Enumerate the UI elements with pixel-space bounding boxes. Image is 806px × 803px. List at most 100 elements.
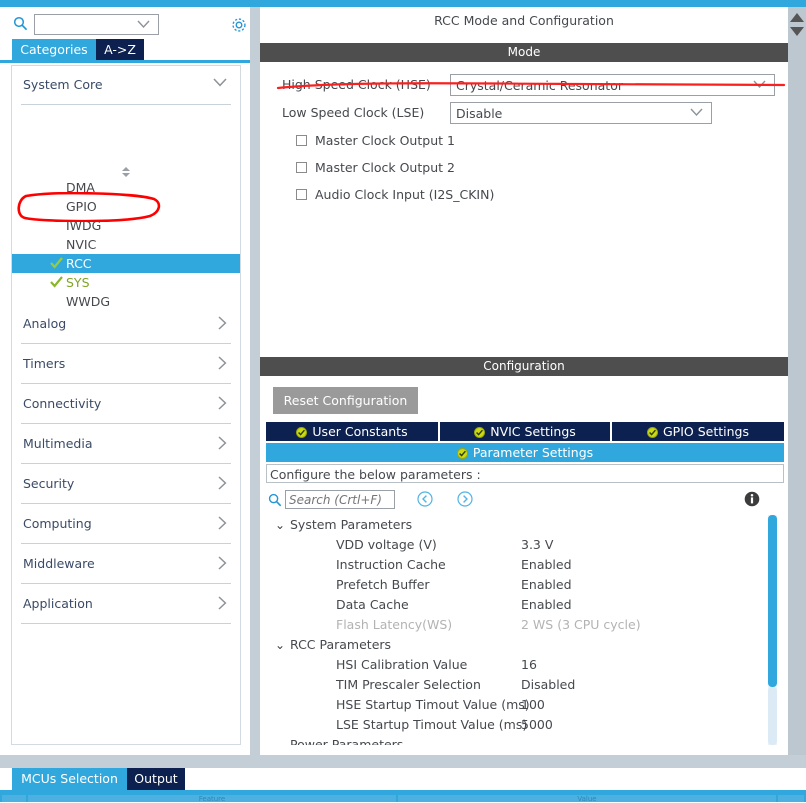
tab-mcus-selection[interactable]: MCUs Selection: [12, 768, 127, 790]
module-item-iwdg[interactable]: IWDG: [12, 216, 240, 235]
module-label: IWDG: [66, 218, 102, 233]
param-value: 3.3 V: [521, 537, 554, 552]
module-item-gpio[interactable]: GPIO: [12, 197, 240, 216]
tab-categories[interactable]: Categories: [12, 39, 96, 60]
lse-select[interactable]: Disable: [450, 102, 712, 124]
param-value: Enabled: [521, 557, 572, 572]
param-value: 5000: [521, 717, 553, 732]
param-value: 100: [521, 697, 545, 712]
chevron-down-icon[interactable]: ⌄: [274, 735, 286, 745]
tab-nvic-settings[interactable]: NVIC Settings: [440, 422, 610, 441]
scroll-down-arrow-icon[interactable]: [790, 27, 804, 36]
component-search-combo[interactable]: [34, 14, 159, 35]
param-key: Prefetch Buffer: [336, 577, 430, 592]
tab-user-constants[interactable]: User Constants: [266, 422, 438, 441]
reset-configuration-button[interactable]: Reset Configuration: [273, 387, 418, 414]
window-vertical-scrollbar[interactable]: [788, 7, 806, 755]
category-row-analog[interactable]: Analog: [21, 304, 231, 344]
component-tree: System Core DMA GPIO IWDG NVIC RCC SYS W…: [11, 65, 241, 745]
tree-row[interactable]: VDD voltage (V) 3.3 V: [266, 535, 784, 555]
chevron-right-icon: [218, 436, 227, 450]
tab-a-to-z[interactable]: A->Z: [96, 39, 144, 60]
category-row-timers[interactable]: Timers: [21, 344, 231, 384]
chevron-right-icon: [218, 556, 227, 570]
scroll-pip-icon[interactable]: [120, 166, 132, 178]
mode-and-configuration-panel: RCC Mode and Configuration Mode High Spe…: [260, 7, 788, 755]
tree-row[interactable]: HSE Startup Timout Value (ms) 100: [266, 695, 784, 715]
tab-label: NVIC Settings: [490, 424, 576, 439]
check-icon: [50, 257, 63, 269]
bottom-gap: [0, 755, 806, 768]
category-label: Application: [23, 596, 93, 611]
chevron-right-icon: [218, 596, 227, 610]
tab-output[interactable]: Output: [127, 768, 185, 790]
chevron-down-icon[interactable]: ⌄: [274, 515, 286, 535]
chevron-left-circle-icon[interactable]: [417, 491, 433, 507]
parameter-search-input[interactable]: [285, 490, 395, 509]
top-accent-left: [0, 0, 250, 7]
search-icon: [13, 16, 28, 31]
gear-icon[interactable]: [230, 16, 248, 34]
param-value: Enabled: [521, 597, 572, 612]
tree-group-power-parameters[interactable]: ⌄ Power Parameters: [266, 735, 784, 745]
category-row-application[interactable]: Application: [21, 584, 231, 624]
category-row-middleware[interactable]: Middleware: [21, 544, 231, 584]
module-item-nvic[interactable]: NVIC: [12, 235, 240, 254]
table-header-cell[interactable]: [2, 795, 26, 802]
param-value: Disabled: [521, 677, 576, 692]
category-label: Analog: [23, 316, 67, 331]
parameter-tree-scrollbar[interactable]: [768, 515, 777, 745]
scrollbar-thumb[interactable]: [768, 515, 777, 687]
table-header-cell[interactable]: Feature: [28, 795, 396, 803]
module-list: DMA GPIO IWDG NVIC RCC SYS WWDG: [12, 178, 240, 311]
tree-group-system-parameters[interactable]: ⌄ System Parameters: [266, 515, 784, 535]
info-icon[interactable]: [744, 491, 760, 507]
tree-row[interactable]: TIM Prescaler Selection Disabled: [266, 675, 784, 695]
chevron-right-icon: [218, 516, 227, 530]
tree-row[interactable]: Prefetch Buffer Enabled: [266, 575, 784, 595]
hse-select[interactable]: Crystal/Ceramic Resonator: [450, 74, 775, 96]
configuration-band-label: Configuration: [260, 357, 788, 376]
category-row-connectivity[interactable]: Connectivity: [21, 384, 231, 424]
category-tabs: Categories A->Z: [0, 39, 250, 60]
tree-row[interactable]: HSI Calibration Value 16: [266, 655, 784, 675]
chevron-right-circle-icon[interactable]: [457, 491, 473, 507]
tree-row: Flash Latency(WS) 2 WS (3 CPU cycle): [266, 615, 784, 635]
table-header-cell[interactable]: Value: [398, 795, 776, 803]
module-label: GPIO: [66, 199, 97, 214]
scrollbar-track[interactable]: [768, 687, 777, 745]
check-icon: [50, 276, 63, 288]
module-label: DMA: [66, 180, 95, 195]
status-ok-icon: [296, 427, 308, 438]
param-key: TIM Prescaler Selection: [336, 677, 481, 692]
checkbox-label: Master Clock Output 2: [315, 160, 455, 175]
bottom-tabs: MCUs Selection Output: [0, 768, 806, 790]
parameter-search-row: [266, 489, 784, 513]
param-key: HSE Startup Timout Value (ms): [336, 697, 530, 712]
param-value: 16: [521, 657, 537, 672]
module-label: SYS: [66, 275, 90, 290]
scroll-up-arrow-icon[interactable]: [790, 13, 804, 22]
category-row-security[interactable]: Security: [21, 464, 231, 504]
tab-parameter-settings[interactable]: Parameter Settings: [266, 443, 784, 462]
tree-group-rcc-parameters[interactable]: ⌄ RCC Parameters: [266, 635, 784, 655]
param-value: Enabled: [521, 577, 572, 592]
configuration-area: Reset Configuration User Constants NVIC …: [260, 376, 788, 755]
mode-area: High Speed Clock (HSE) Crystal/Ceramic R…: [260, 62, 788, 352]
tab-gpio-settings[interactable]: GPIO Settings: [612, 422, 784, 441]
module-item-dma[interactable]: DMA: [12, 178, 240, 197]
category-row-computing[interactable]: Computing: [21, 504, 231, 544]
table-header-cell[interactable]: [778, 795, 804, 802]
group-header-system-core[interactable]: System Core: [21, 66, 231, 105]
chevron-down-icon[interactable]: ⌄: [274, 635, 286, 655]
tree-row[interactable]: Data Cache Enabled: [266, 595, 784, 615]
module-item-rcc[interactable]: RCC: [12, 254, 240, 273]
panel-splitter[interactable]: [250, 7, 260, 755]
category-row-multimedia[interactable]: Multimedia: [21, 424, 231, 464]
tree-row[interactable]: Instruction Cache Enabled: [266, 555, 784, 575]
module-item-sys[interactable]: SYS: [12, 273, 240, 292]
checkbox-box: [296, 162, 307, 173]
tree-row[interactable]: LSE Startup Timout Value (ms) 5000: [266, 715, 784, 735]
checkbox-box: [296, 135, 307, 146]
category-label: Multimedia: [23, 436, 93, 451]
